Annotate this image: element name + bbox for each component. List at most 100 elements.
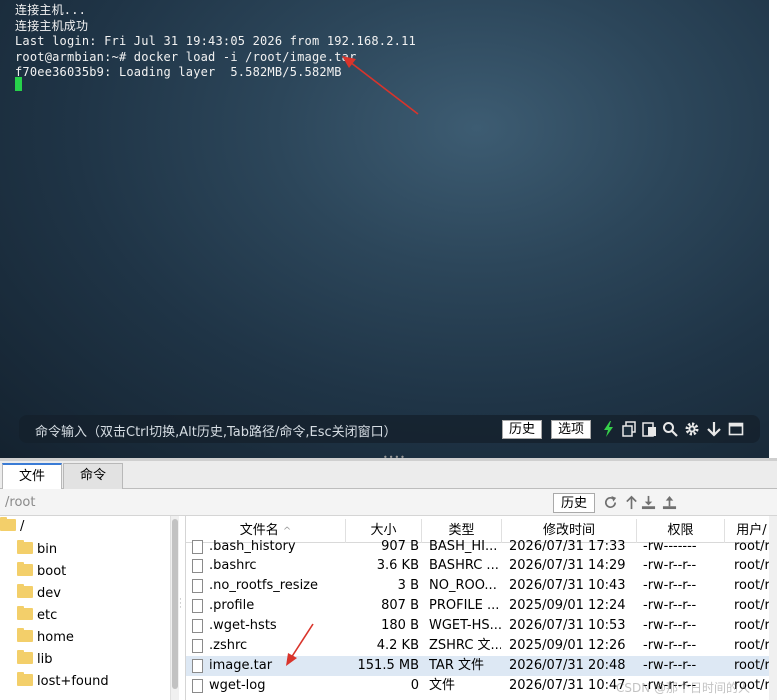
folder-icon (17, 650, 33, 664)
search-icon[interactable] (662, 421, 678, 437)
file-name: .zshrc (209, 638, 248, 653)
table-row[interactable]: .profile 807 B PROFILE ... 2025/09/01 12… (186, 596, 777, 616)
tree-item-lost-found[interactable]: lost+found (17, 671, 109, 693)
copy-icon[interactable] (621, 421, 637, 437)
tree-item-label: lost+found (37, 674, 109, 689)
window-icon[interactable] (728, 421, 744, 437)
folder-icon (17, 562, 33, 576)
up-icon[interactable] (624, 495, 639, 510)
file-type: TAR 文件 (429, 658, 484, 673)
command-input-bar[interactable]: 命令输入（双击Ctrl切换,Alt历史,Tab路径/命令,Esc关闭窗口） 历史… (19, 415, 760, 443)
terminal-line: 连接主机成功 (15, 18, 89, 33)
tree-item-home[interactable]: home (17, 627, 74, 649)
file-name: .bashrc (209, 558, 257, 573)
sort-up-icon: ^ (282, 526, 292, 537)
tree-item-label: lib (37, 652, 53, 667)
file-size: 3 B (397, 578, 419, 593)
path-bar: /root 历史 (0, 489, 777, 516)
tree-item-lib[interactable]: lib (17, 649, 52, 671)
command-history-button[interactable]: 历史 (502, 420, 543, 439)
file-name: image.tar (209, 658, 273, 673)
lightning-icon[interactable] (601, 421, 617, 437)
file-mtime: 2026/07/31 10:53 (509, 618, 626, 633)
file-icon (192, 659, 203, 673)
tree-item-label: / (20, 519, 25, 534)
watermark: CSDN @那个日时间的人 (616, 681, 751, 695)
file-size: 807 B (381, 598, 419, 613)
command-input-hint: 命令输入（双击Ctrl切换,Alt历史,Tab路径/命令,Esc关闭窗口） (35, 425, 397, 440)
path-input[interactable]: /root (5, 495, 35, 510)
table-row[interactable]: .zshrc 4.2 KB ZSHRC 文... 2025/09/01 12:2… (186, 636, 777, 656)
folder-icon (17, 672, 33, 686)
file-icon (192, 579, 203, 593)
tree-scrollbar[interactable] (170, 516, 179, 700)
upload-icon[interactable] (662, 495, 677, 510)
file-mtime: 2026/07/31 17:33 (509, 539, 626, 554)
file-permission: -rw-r--r-- (643, 618, 697, 633)
download-icon[interactable] (641, 495, 656, 510)
file-type: BASH_HI... (429, 539, 498, 554)
file-type: BASHRC ... (429, 558, 499, 573)
file-permission: -rw-r--r-- (643, 558, 697, 573)
tree-item-bin[interactable]: bin (17, 539, 57, 561)
terminal-panel[interactable]: 连接主机... 连接主机成功 Last login: Fri Jul 31 19… (0, 0, 769, 458)
file-name: .profile (209, 598, 255, 613)
file-permission: -rw-r--r-- (643, 578, 697, 593)
table-row[interactable]: .bashrc 3.6 KB BASHRC ... 2026/07/31 14:… (186, 556, 777, 576)
tab-commands[interactable]: 命令 (63, 463, 123, 489)
path-history-button[interactable]: 历史 (553, 493, 596, 513)
file-mtime: 2025/09/01 12:26 (509, 638, 626, 653)
tree-item-label: bin (37, 542, 58, 557)
directory-tree: / bin boot dev etc home lib lost+found (0, 516, 172, 700)
paste-icon[interactable] (641, 421, 657, 437)
file-type: 文件 (429, 678, 456, 693)
file-size: 3.6 KB (376, 558, 419, 573)
folder-icon (0, 517, 16, 531)
file-permission: -rw-r--r-- (643, 638, 697, 653)
tree-item-etc[interactable]: etc (17, 605, 57, 627)
down-arrow-icon[interactable] (706, 421, 722, 437)
file-name: wget-log (209, 678, 266, 693)
annotation-arrow-icon (286, 623, 314, 666)
file-type: NO_ROO... (429, 578, 497, 593)
gear-icon[interactable] (684, 421, 700, 437)
tree-item-label: boot (37, 564, 67, 579)
file-size: 907 B (381, 539, 419, 554)
terminal-line: 连接主机... (15, 3, 87, 17)
file-size: 180 B (381, 618, 419, 633)
file-name: .no_rootfs_resize (209, 578, 319, 593)
terminal-scrollbar[interactable] (769, 0, 777, 410)
tree-item-root[interactable]: / (0, 516, 24, 538)
file-icon (192, 540, 203, 554)
pane-resize-grip-icon[interactable]: · · · (179, 596, 182, 613)
tree-item-dev[interactable]: dev (17, 583, 61, 605)
table-row[interactable]: .wget-hsts 180 B WGET-HS... 2026/07/31 1… (186, 616, 777, 636)
command-options-button[interactable]: 选项 (551, 420, 592, 439)
table-row[interactable]: .bash_history 907 B BASH_HI... 2026/07/3… (186, 537, 777, 557)
tab-files[interactable]: 文件 (2, 463, 62, 490)
tree-scrollbar-thumb[interactable] (172, 519, 178, 689)
file-mtime: 2025/09/01 12:24 (509, 598, 626, 613)
table-row[interactable]: .no_rootfs_resize 3 B NO_ROO... 2026/07/… (186, 576, 777, 596)
bottom-tab-bar: 文件 命令 (0, 461, 777, 490)
file-list-scrollbar[interactable] (769, 516, 777, 700)
file-size: 4.2 KB (376, 638, 419, 653)
terminal-cursor (15, 77, 22, 91)
file-size: 151.5 MB (357, 658, 419, 673)
file-mtime: 2026/07/31 14:29 (509, 558, 626, 573)
file-permission: -rw-r--r-- (643, 598, 697, 613)
file-type: WGET-HS... (429, 618, 501, 633)
file-mtime: 2026/07/31 20:48 (509, 658, 626, 673)
annotation-arrow-icon (342, 56, 419, 115)
file-size: 0 (410, 678, 419, 693)
file-type: ZSHRC 文... (429, 638, 501, 653)
tree-item-label: dev (37, 586, 61, 601)
file-icon (192, 679, 203, 693)
tree-item-boot[interactable]: boot (17, 561, 66, 583)
file-permission: -rw------- (643, 539, 697, 554)
file-permission: -rw-r--r-- (643, 658, 697, 673)
tree-item-label: home (37, 630, 74, 645)
table-row-selected[interactable]: image.tar 151.5 MB TAR 文件 2026/07/31 20:… (186, 656, 777, 676)
file-list: 文件名 ^ 大小 类型 修改时间 权限 用户/ .bash_history 90… (185, 516, 777, 700)
refresh-icon[interactable] (603, 495, 618, 510)
